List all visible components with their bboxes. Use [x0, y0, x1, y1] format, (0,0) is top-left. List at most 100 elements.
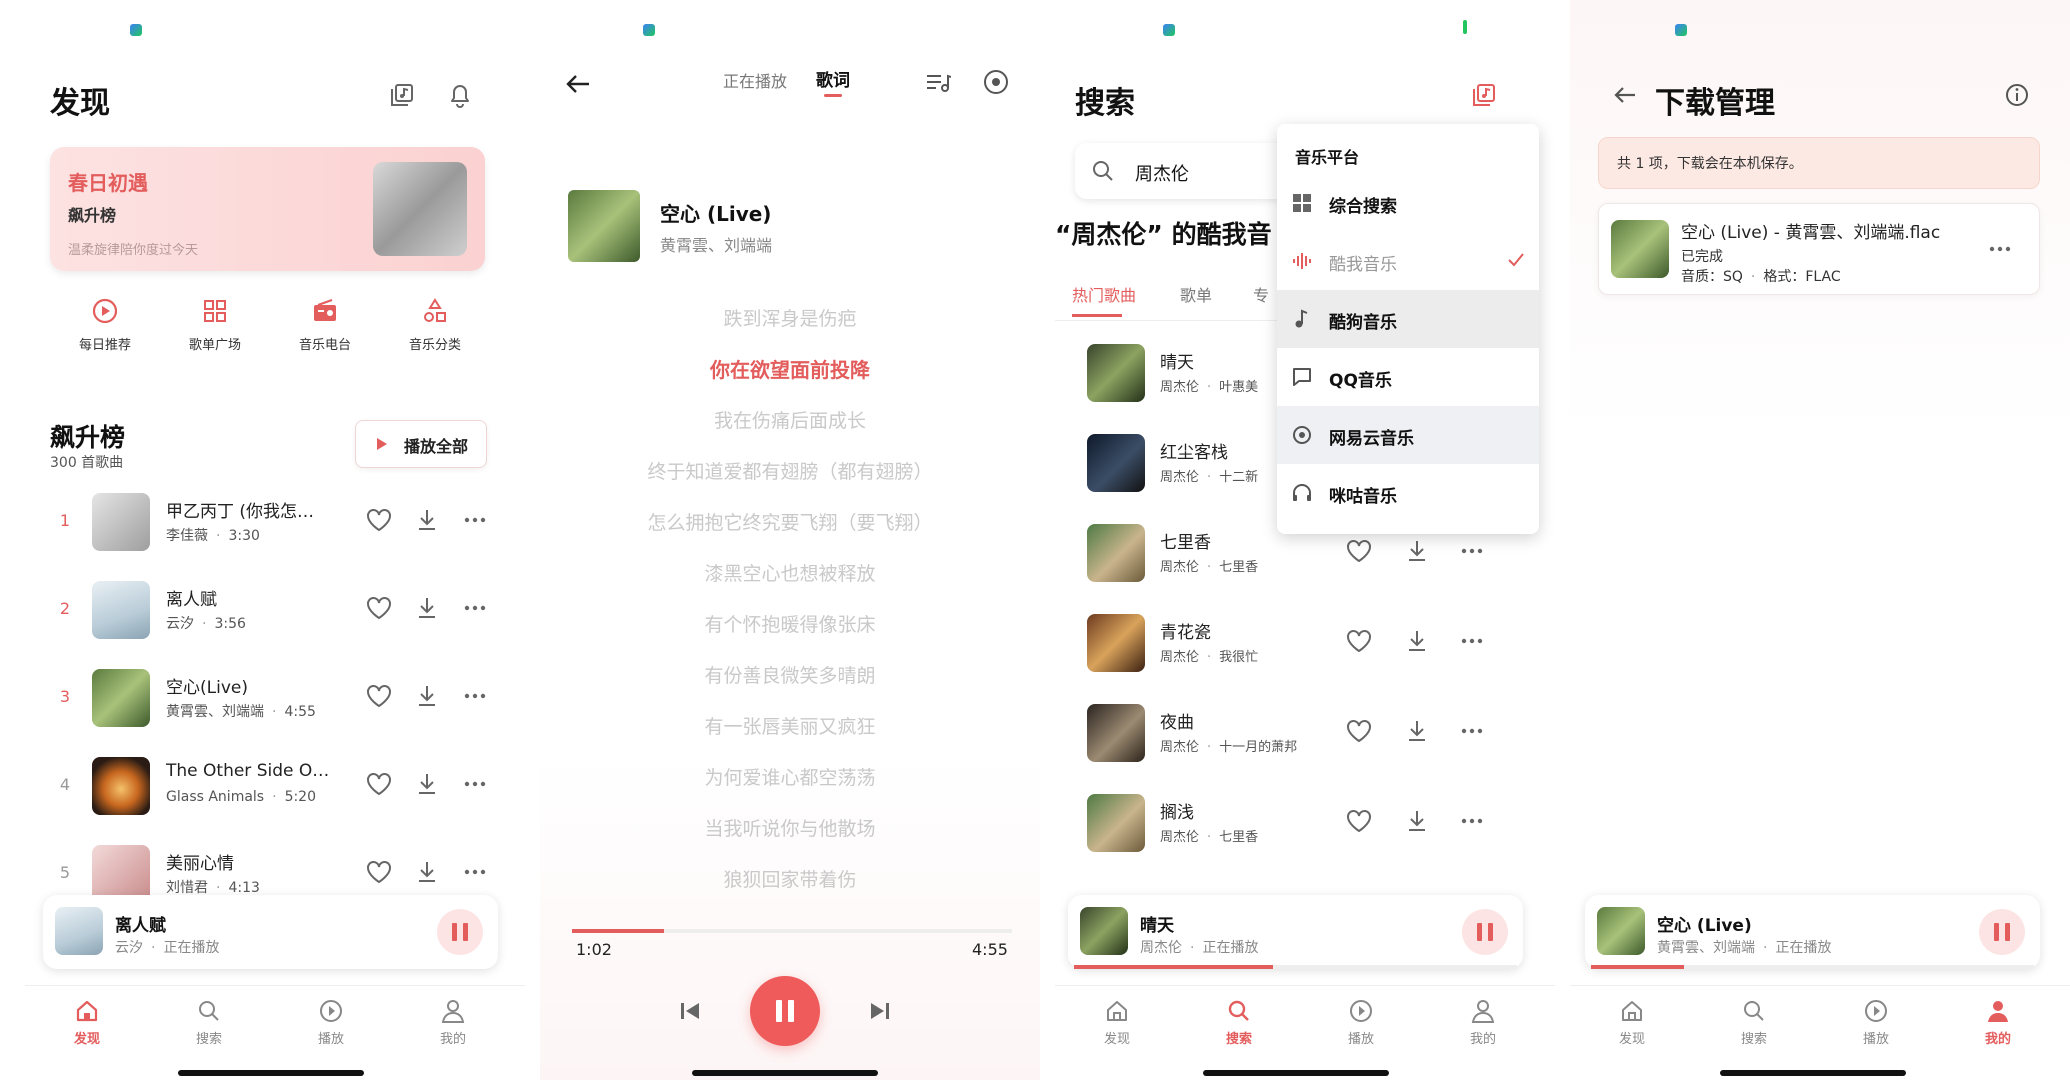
song-meta: 周杰伦 · 叶惠美 — [1160, 380, 1259, 395]
seek-bar[interactable] — [572, 929, 1012, 933]
tab-hot-songs[interactable]: 热门歌曲 — [1072, 282, 1136, 306]
download-icon[interactable] — [415, 507, 439, 533]
song-row[interactable]: 青花瓷 周杰伦 · 我很忙 — [1055, 604, 1495, 684]
platform-option-netease[interactable]: 网易云音乐 — [1277, 406, 1539, 464]
song-title: 夜曲 — [1160, 713, 1194, 733]
more-icon[interactable] — [1459, 808, 1485, 834]
heart-icon[interactable] — [1345, 628, 1373, 654]
more-icon[interactable] — [462, 507, 488, 533]
platform-option-kuwo[interactable]: 酷我音乐 — [1277, 232, 1539, 290]
quick-label: 每日推荐 — [78, 338, 131, 353]
more-icon[interactable] — [1459, 538, 1485, 564]
mini-player[interactable]: 空心 (Live) 黄霄雲、刘端端 · 正在播放 — [1585, 895, 2040, 969]
nav-discover[interactable]: 发现 — [1067, 998, 1167, 1047]
playlist-icon[interactable] — [923, 68, 953, 98]
download-item[interactable]: 空心 (Live) - 黄霄雲、刘端端.flac 已完成 音质：SQ · 格式：FL… — [1598, 203, 2040, 295]
tab-lyrics[interactable]: 歌词 — [816, 66, 850, 91]
download-icon[interactable] — [415, 595, 439, 621]
more-icon[interactable] — [1459, 718, 1485, 744]
mini-cover — [55, 907, 103, 955]
nav-discover[interactable]: 发现 — [1582, 998, 1682, 1047]
play-all-button[interactable]: 播放全部 — [355, 420, 487, 468]
download-icon[interactable] — [1405, 538, 1429, 564]
tab-albums[interactable]: 专 — [1253, 282, 1269, 306]
disc-icon[interactable] — [980, 66, 1012, 98]
heart-icon[interactable] — [1345, 808, 1373, 834]
nav-play[interactable]: 播放 — [281, 998, 381, 1047]
song-row[interactable]: 搁浅 周杰伦 · 七里香 — [1055, 784, 1495, 864]
song-row[interactable]: 夜曲 周杰伦 · 十一月的萧邦 — [1055, 694, 1495, 774]
check-icon — [1508, 253, 1524, 267]
nav-discover[interactable]: 发现 — [37, 998, 137, 1047]
heart-icon[interactable] — [1345, 718, 1373, 744]
song-row[interactable]: 1 甲乙丙丁 (你我怎… 李佳薇 · 3:30 — [50, 483, 490, 563]
nav-play[interactable]: 播放 — [1311, 998, 1411, 1047]
banner-cover — [373, 162, 467, 256]
heart-icon[interactable] — [1345, 538, 1373, 564]
platform-option-kugou[interactable]: 酷狗音乐 — [1277, 290, 1539, 348]
previous-icon[interactable] — [675, 996, 705, 1026]
song-row[interactable]: 2 离人赋 云汐 · 3:56 — [50, 571, 490, 651]
playlist-square-button[interactable]: 歌单广场 — [165, 296, 265, 353]
song-row[interactable]: 4 The Other Side O… Glass Animals · 5:20 — [50, 747, 490, 827]
heart-icon[interactable] — [365, 771, 393, 797]
search-input[interactable]: 周杰伦 — [1135, 160, 1189, 186]
nav-mine[interactable]: 我的 — [1433, 998, 1533, 1047]
download-icon[interactable] — [1405, 718, 1429, 744]
quick-label: 音乐分类 — [408, 338, 461, 353]
song-row[interactable]: 5 美丽心情 刘惜君 · 4:13 — [50, 835, 490, 895]
music-library-icon[interactable] — [387, 80, 417, 110]
download-icon[interactable] — [1405, 628, 1429, 654]
pause-button[interactable] — [437, 909, 483, 955]
more-icon[interactable] — [462, 859, 488, 885]
next-icon[interactable] — [865, 996, 895, 1026]
nav-mine[interactable]: 我的 — [1948, 998, 2048, 1047]
tab-now-playing[interactable]: 正在播放 — [723, 68, 787, 92]
heart-icon[interactable] — [365, 595, 393, 621]
download-icon[interactable] — [415, 683, 439, 709]
more-icon[interactable] — [1987, 236, 2013, 262]
nav-search[interactable]: 搜索 — [1704, 998, 1804, 1047]
pause-button[interactable] — [1462, 909, 1508, 955]
more-icon[interactable] — [462, 771, 488, 797]
nav-play[interactable]: 播放 — [1826, 998, 1926, 1047]
play-circle-icon — [90, 296, 120, 326]
download-icon[interactable] — [415, 859, 439, 885]
platform-option-all[interactable]: 综合搜索 — [1277, 174, 1539, 232]
nav-mine[interactable]: 我的 — [403, 998, 503, 1047]
featured-banner[interactable]: 春日初遇 飙升榜 温柔旋律陪你度过今天 — [50, 147, 485, 271]
more-icon[interactable] — [462, 595, 488, 621]
nav-search[interactable]: 搜索 — [159, 998, 259, 1047]
daily-recommend-button[interactable]: 每日推荐 — [55, 296, 155, 353]
music-library-icon[interactable] — [1469, 80, 1499, 110]
mini-player[interactable]: 晴天 周杰伦 · 正在播放 — [1068, 895, 1523, 969]
song-row[interactable]: 3 空心(Live) 黄霄雲、刘端端 · 4:55 — [50, 659, 490, 739]
heart-icon[interactable] — [365, 683, 393, 709]
song-artist: 黄霄雲、刘端端 — [660, 236, 773, 255]
download-icon[interactable] — [415, 771, 439, 797]
radio-button[interactable]: 音乐电台 — [275, 296, 375, 353]
song-meta: 周杰伦 · 七里香 — [1160, 830, 1259, 845]
nav-search[interactable]: 搜索 — [1189, 998, 1289, 1047]
user-icon — [1470, 998, 1496, 1024]
back-arrow-icon[interactable] — [560, 66, 596, 102]
heart-icon[interactable] — [365, 507, 393, 533]
music-category-button[interactable]: 音乐分类 — [385, 296, 485, 353]
bell-icon[interactable] — [445, 80, 475, 110]
mini-player[interactable]: 离人赋 云汐 · 正在播放 — [43, 895, 498, 969]
more-icon[interactable] — [462, 683, 488, 709]
tab-playlists[interactable]: 歌单 — [1180, 282, 1212, 306]
nav-label: 播放 — [317, 1032, 344, 1047]
play-pause-button[interactable] — [750, 976, 820, 1046]
more-icon[interactable] — [1459, 628, 1485, 654]
pause-button[interactable] — [1979, 909, 2025, 955]
platform-option-migu[interactable]: 咪咕音乐 — [1277, 464, 1539, 522]
back-arrow-icon[interactable] — [1608, 78, 1642, 112]
platform-option-qq[interactable]: QQ音乐 — [1277, 348, 1539, 406]
info-icon[interactable] — [2002, 80, 2032, 110]
nav-label: 播放 — [1862, 1032, 1889, 1047]
mini-meta: 黄霄雲、刘端端 · 正在播放 — [1657, 940, 1832, 956]
heart-icon[interactable] — [365, 859, 393, 885]
download-icon[interactable] — [1405, 808, 1429, 834]
status-icon — [1675, 24, 1687, 36]
